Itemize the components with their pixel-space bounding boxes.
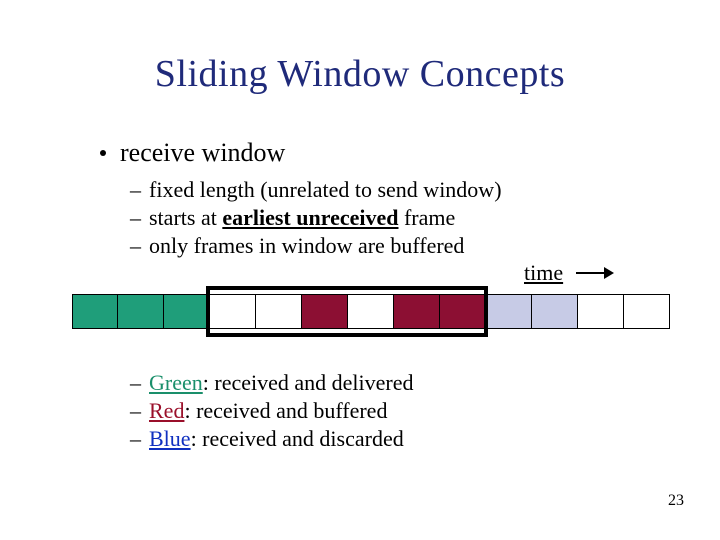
legend-blue-label: Blue: [149, 426, 191, 451]
legend-green-label: Green: [149, 370, 203, 395]
slide: Sliding Window Concepts receive window –…: [0, 0, 720, 540]
frame-cell-blue: [486, 294, 532, 329]
sub-bullet-fixed-length: –fixed length (unrelated to send window): [130, 176, 502, 204]
legend-red: –Red: received and buffered: [130, 398, 387, 424]
frame-cell-blue: [532, 294, 578, 329]
sub-emphasis: earliest unreceived: [222, 205, 398, 230]
dash-icon: –: [130, 426, 141, 451]
legend-blue-rest: : received and discarded: [191, 426, 404, 451]
sub-bullet-starts-at: –starts at earliest unreceived frame: [130, 204, 455, 232]
dash-icon: –: [130, 233, 141, 258]
dash-icon: –: [130, 205, 141, 230]
time-axis-label: time: [524, 260, 563, 286]
slide-title: Sliding Window Concepts: [0, 52, 720, 96]
dash-icon: –: [130, 398, 141, 423]
legend-red-rest: : received and buffered: [184, 398, 387, 423]
frame-cell-white: [578, 294, 624, 329]
sub-suffix: frame: [398, 205, 455, 230]
frame-cell-green: [118, 294, 164, 329]
receive-window-box: [206, 286, 488, 337]
arrow-head: [604, 267, 614, 279]
sub-text: only frames in window are buffered: [149, 233, 464, 258]
sub-prefix: starts at: [149, 205, 222, 230]
sub-bullet-only-frames: –only frames in window are buffered: [130, 232, 464, 260]
sub-text: fixed length (unrelated to send window): [149, 177, 502, 202]
legend-red-label: Red: [149, 398, 184, 423]
bullet-text: receive window: [120, 138, 285, 167]
arrow-line: [576, 272, 604, 274]
frame-cell-green: [72, 294, 118, 329]
legend-green-rest: : received and delivered: [203, 370, 414, 395]
page-number: 23: [668, 492, 684, 510]
dash-icon: –: [130, 177, 141, 202]
frame-cell-white: [624, 294, 670, 329]
legend-green: –Green: received and delivered: [130, 370, 413, 396]
bullet-dot-icon: [100, 150, 106, 156]
dash-icon: –: [130, 370, 141, 395]
bullet-receive-window: receive window: [100, 138, 285, 168]
frame-cell-green: [164, 294, 210, 329]
legend-blue: –Blue: received and discarded: [130, 426, 404, 452]
